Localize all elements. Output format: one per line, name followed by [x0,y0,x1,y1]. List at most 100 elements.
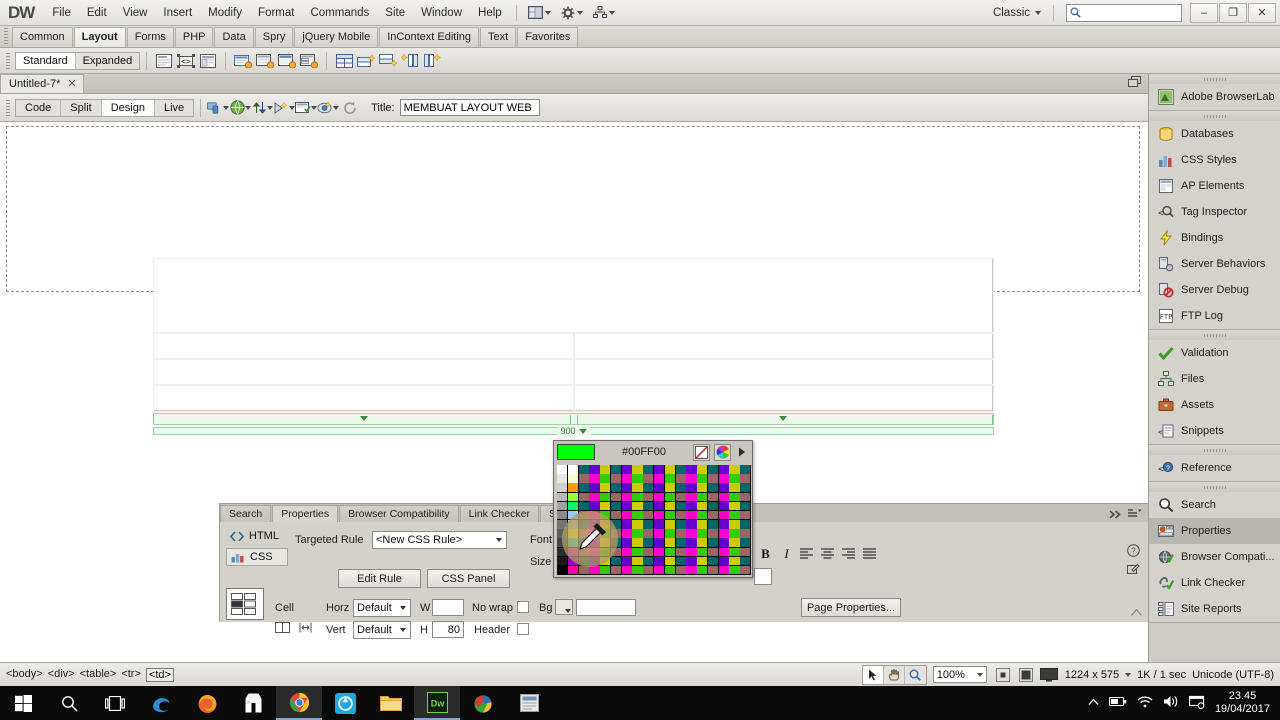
color-swatch[interactable] [578,465,589,474]
color-swatch[interactable] [567,501,578,511]
standard-mode-button[interactable]: Standard [16,52,76,69]
page-title-input[interactable] [399,99,540,116]
color-swatch[interactable] [675,510,686,520]
color-swatch[interactable] [621,529,632,538]
color-swatch[interactable] [589,538,600,547]
header-checkbox[interactable] [517,623,529,635]
color-swatch[interactable] [686,520,697,529]
color-swatch[interactable] [675,465,686,474]
color-swatch[interactable] [686,529,697,538]
color-swatch[interactable] [610,465,622,474]
help-icon[interactable]: ? [1127,544,1140,560]
color-swatch[interactable] [664,547,675,557]
panel-group-gripper[interactable] [1149,74,1280,84]
color-swatch[interactable] [707,520,719,529]
color-swatch[interactable] [707,492,719,502]
color-swatch[interactable] [729,510,740,520]
color-swatch[interactable] [643,547,654,557]
color-swatch[interactable] [718,556,729,566]
color-swatch[interactable] [664,465,675,474]
panel-item-ap-elements[interactable]: AP Elements [1149,173,1280,199]
insert-tab-favorites[interactable]: Favorites [517,27,579,47]
color-swatch[interactable] [718,492,729,502]
results-tab-browser-compatibility[interactable]: Browser Compatibility [339,505,459,522]
color-swatch[interactable] [675,483,686,492]
width-input[interactable] [432,599,464,616]
color-swatch[interactable] [686,483,697,492]
color-swatch[interactable] [610,538,622,547]
color-swatch[interactable] [632,465,643,474]
color-swatch[interactable] [707,483,719,492]
color-swatch[interactable] [675,538,686,547]
tag-div[interactable]: <div> [48,668,75,682]
panel-item-server-debug[interactable]: Server Debug [1149,277,1280,303]
color-swatch[interactable] [610,556,622,566]
menu-modify[interactable]: Modify [200,4,250,22]
color-swatch[interactable] [610,501,622,511]
insert-tab-text[interactable]: Text [480,27,517,47]
spry-menu-bar-icon[interactable] [197,51,219,71]
color-swatch[interactable] [600,465,611,474]
color-swatch[interactable] [675,501,686,511]
menu-commands[interactable]: Commands [302,4,377,22]
document-tab[interactable]: Untitled-7* ✕ [0,74,84,93]
insert-tab-spry[interactable]: Spry [254,27,294,47]
color-swatch[interactable] [557,538,568,547]
insert-table-icon[interactable] [333,51,355,71]
menu-view[interactable]: View [115,4,156,22]
panel-item-browser-compatibility[interactable]: Browser Compati... [1149,544,1280,570]
color-swatch[interactable] [643,510,654,520]
color-swatch[interactable] [697,520,708,529]
color-swatch[interactable] [654,565,665,575]
css-properties-button[interactable]: CSS [226,548,288,566]
color-swatch[interactable] [654,538,665,547]
no-color-icon[interactable] [693,443,710,461]
color-wheel-icon[interactable] [714,443,731,461]
table-cell[interactable] [152,357,575,386]
close-button[interactable]: ✕ [1248,2,1276,23]
table-cell[interactable] [572,331,994,360]
table-width-label[interactable]: 900 [556,426,591,436]
panel-group-gripper[interactable] [1149,111,1280,121]
live-view-button[interactable]: Live [155,100,193,116]
taskbar-clock[interactable]: 23.45 19/04/2017 [1215,690,1270,716]
panel-item-site-reports[interactable]: Site Reports [1149,596,1280,622]
color-swatch[interactable] [740,483,751,492]
expand-properties-icon[interactable] [1131,607,1142,619]
color-swatch[interactable] [557,483,568,492]
color-swatch[interactable] [729,492,740,502]
dreamweaver-icon[interactable]: Dw [414,686,460,720]
table-cell[interactable] [152,331,575,360]
design-view-button[interactable]: Design [101,99,155,116]
chevron-down-icon[interactable] [1125,672,1132,677]
color-swatch[interactable] [686,492,697,502]
edge-browser-icon[interactable] [138,686,184,720]
color-swatch[interactable] [621,520,632,529]
quick-tag-editor-icon[interactable] [1127,562,1140,578]
minimize-button[interactable]: – [1190,2,1218,23]
color-swatch[interactable] [740,501,751,511]
color-swatch[interactable] [664,538,675,547]
battery-icon[interactable] [1108,696,1127,710]
menu-format[interactable]: Format [250,4,302,22]
cell-layout-icon[interactable] [226,588,264,620]
color-swatch[interactable] [729,501,740,511]
color-swatch[interactable] [707,538,719,547]
color-swatch[interactable] [707,510,719,520]
color-swatch[interactable] [718,538,729,547]
color-swatch[interactable] [643,474,654,483]
color-swatch[interactable] [729,465,740,474]
color-swatch[interactable] [697,483,708,492]
color-swatch[interactable] [621,538,632,547]
panel-item-files[interactable]: Files [1149,366,1280,392]
color-swatch[interactable] [621,556,632,566]
color-swatch[interactable] [707,474,719,483]
color-swatch[interactable] [621,483,632,492]
color-swatch[interactable] [600,547,611,557]
color-swatch[interactable] [589,529,600,538]
color-swatch[interactable] [675,474,686,483]
table-cell[interactable] [572,357,994,386]
workspace-switcher[interactable]: Classic [987,5,1047,21]
multiscreen-icon[interactable] [207,98,230,118]
color-swatch[interactable] [729,538,740,547]
